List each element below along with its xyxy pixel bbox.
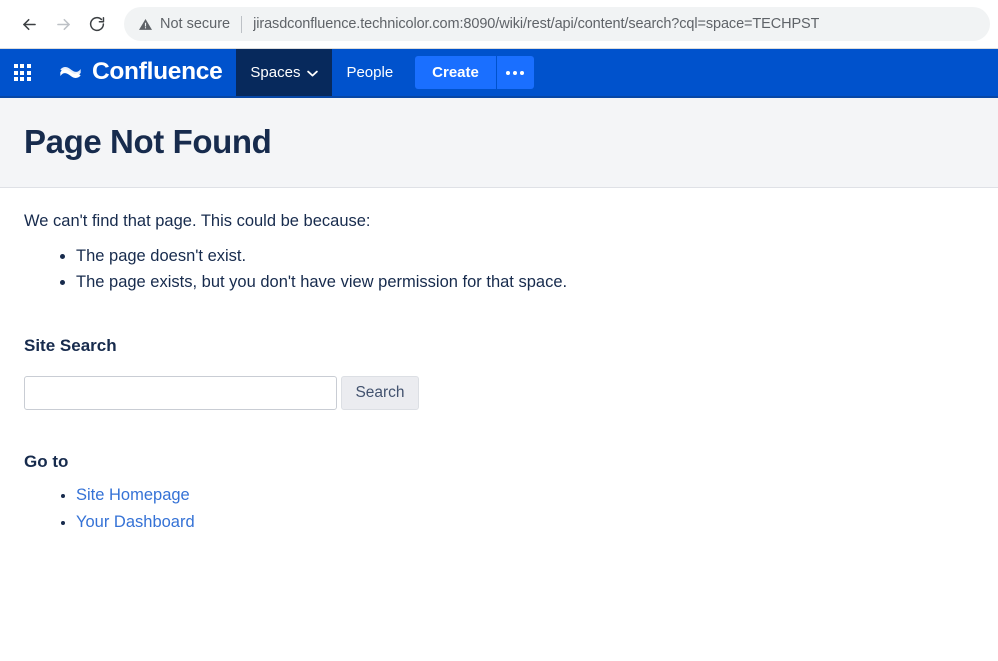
arrow-left-icon bbox=[22, 18, 36, 30]
list-item: The page doesn't exist. bbox=[76, 244, 974, 270]
forward-button[interactable] bbox=[48, 9, 78, 39]
chevron-down-icon bbox=[307, 64, 319, 81]
url-text: jirasdconfluence.technicolor.com:8090/wi… bbox=[253, 16, 820, 32]
product-name: Confluence bbox=[92, 58, 223, 86]
error-reasons-list: The page doesn't exist. The page exists,… bbox=[24, 244, 974, 296]
address-bar[interactable]: Not secure jirasdconfluence.technicolor.… bbox=[124, 7, 990, 41]
app-switcher-button[interactable] bbox=[0, 49, 44, 96]
warning-triangle-icon bbox=[138, 17, 153, 32]
more-options-button[interactable] bbox=[495, 56, 534, 89]
browser-toolbar: Not secure jirasdconfluence.technicolor.… bbox=[0, 0, 998, 49]
nav-item-spaces-label: Spaces bbox=[250, 64, 301, 81]
list-item: The page exists, but you don't have view… bbox=[76, 270, 974, 296]
header-actions: Create bbox=[407, 49, 534, 96]
reload-button[interactable] bbox=[82, 9, 112, 39]
your-dashboard-link[interactable]: Your Dashboard bbox=[76, 513, 195, 531]
go-to-heading: Go to bbox=[24, 452, 69, 472]
list-item: Your Dashboard bbox=[76, 509, 974, 536]
arrow-right-icon bbox=[56, 18, 70, 30]
search-button[interactable]: Search bbox=[341, 376, 419, 411]
page-title: Page Not Found bbox=[24, 123, 272, 161]
confluence-home-link[interactable]: Confluence bbox=[44, 49, 236, 96]
list-item: Site Homepage bbox=[76, 482, 974, 509]
confluence-logo-icon bbox=[60, 67, 81, 78]
page-title-banner: Page Not Found bbox=[0, 98, 998, 188]
nav-item-spaces[interactable]: Spaces bbox=[236, 49, 333, 96]
omnibox-separator bbox=[241, 15, 243, 33]
confluence-header: Confluence Spaces People Create bbox=[0, 49, 998, 98]
security-status-label: Not secure bbox=[160, 16, 231, 32]
nav-item-people-label: People bbox=[346, 64, 394, 81]
header-nav: Spaces People bbox=[236, 49, 407, 96]
error-lead-text: We can't find that page. This could be b… bbox=[24, 212, 371, 230]
app-switcher-grid-icon bbox=[13, 64, 31, 81]
go-to-links-list: Site Homepage Your Dashboard bbox=[24, 482, 974, 536]
nav-item-people[interactable]: People bbox=[332, 49, 407, 96]
page-content: We can't find that page. This could be b… bbox=[0, 188, 998, 536]
site-homepage-link[interactable]: Site Homepage bbox=[76, 486, 190, 504]
search-input[interactable] bbox=[24, 376, 337, 411]
more-horizontal-icon bbox=[506, 70, 525, 75]
reload-icon bbox=[89, 16, 105, 32]
site-search-form: Search bbox=[24, 376, 974, 411]
site-search-heading: Site Search bbox=[24, 336, 117, 356]
back-button[interactable] bbox=[14, 9, 44, 39]
create-button[interactable]: Create bbox=[415, 56, 496, 89]
